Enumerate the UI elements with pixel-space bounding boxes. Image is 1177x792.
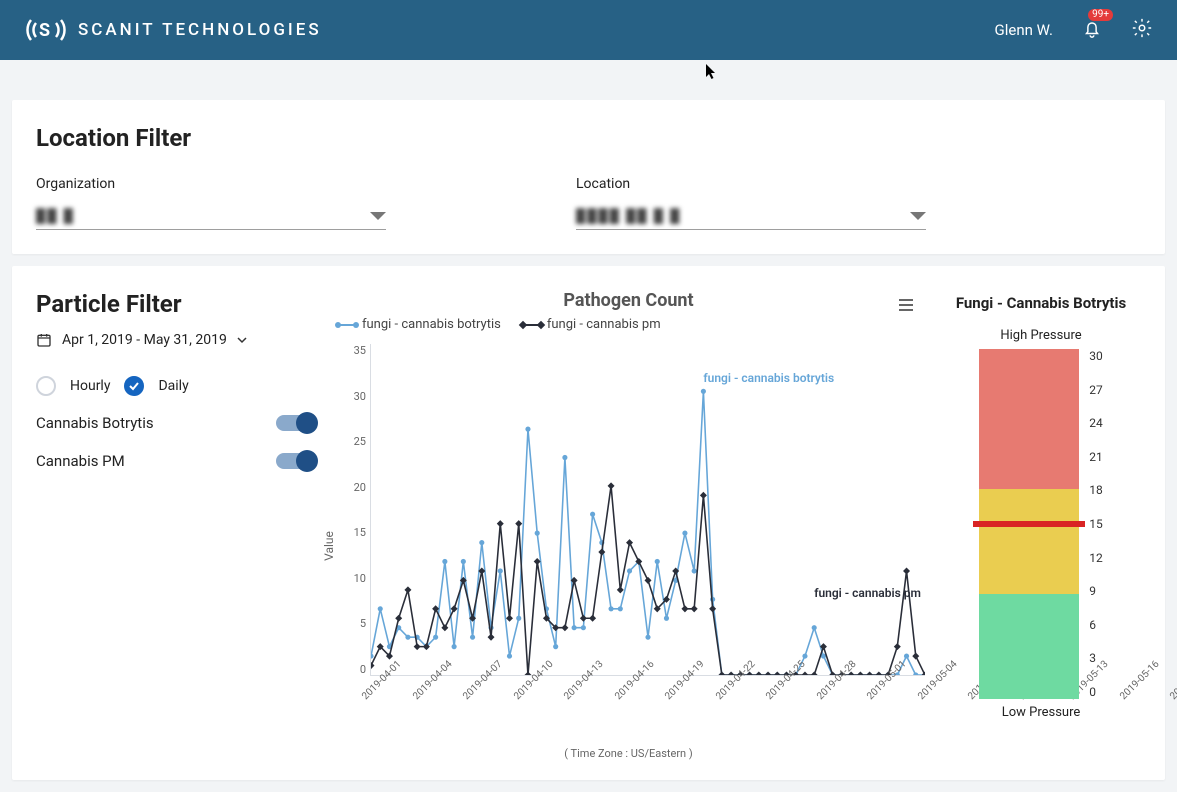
y-axis-ticks: 35302520151050 (344, 344, 366, 676)
location-filter-title: Location Filter (36, 124, 1141, 152)
series-toggle-row: Cannabis PM (36, 452, 316, 470)
hourly-label: Hourly (70, 378, 110, 394)
location-select[interactable]: ████ ██ █ █ (576, 202, 926, 230)
series-toggle-row: Cannabis Botrytis (36, 414, 316, 432)
series-toggle-label: Cannabis PM (36, 452, 125, 470)
gauge-ticks: 302724211815129630 (1089, 349, 1103, 699)
legend-item-1: fungi - cannabis botrytis (362, 317, 501, 332)
cursor-icon (706, 64, 718, 84)
legend-swatch-icon (523, 324, 541, 326)
settings-button[interactable] (1131, 17, 1153, 43)
pressure-gauge (979, 349, 1079, 699)
chart-legend: fungi - cannabis botrytis fungi - cannab… (332, 317, 925, 332)
daily-label: Daily (158, 378, 188, 394)
series-toggle-label: Cannabis Botrytis (36, 414, 154, 432)
chart-area[interactable]: Value 35302520151050 fungi - cannabis bo… (332, 336, 925, 756)
timezone-note: ( Time Zone : US/Eastern ) (332, 747, 925, 760)
gear-icon (1131, 17, 1153, 39)
logo-mark-icon: S (24, 8, 68, 52)
chevron-down-icon (910, 212, 926, 220)
date-range-picker[interactable]: Apr 1, 2019 - May 31, 2019 (36, 332, 316, 348)
app-header: S SCANIT TECHNOLOGIES Glenn W. 99+ (0, 0, 1177, 60)
gauge-high-label: High Pressure (1000, 328, 1081, 343)
particle-filter-card: Particle Filter Apr 1, 2019 - May 31, 20… (12, 266, 1165, 780)
y-axis-label: Value (322, 531, 336, 561)
check-icon (128, 380, 140, 392)
daily-radio[interactable] (124, 376, 144, 396)
chart-title: Pathogen Count (332, 290, 925, 311)
legend-swatch-icon (338, 324, 356, 326)
organization-value: ██ █ (36, 208, 75, 224)
location-filter-card: Location Filter Organization ██ █ Locati… (12, 100, 1165, 254)
user-name[interactable]: Glenn W. (995, 21, 1053, 39)
date-range-text: Apr 1, 2019 - May 31, 2019 (62, 332, 227, 348)
chevron-down-icon (237, 335, 247, 345)
calendar-icon (36, 332, 52, 348)
hamburger-icon (897, 296, 915, 314)
brand-logo[interactable]: S SCANIT TECHNOLOGIES (24, 8, 322, 52)
x-axis-ticks: 2019-04-012019-04-042019-04-072019-04-10… (370, 676, 925, 756)
location-value: ████ ██ █ █ (576, 208, 681, 224)
gauge-title: Fungi - Cannabis Botrytis (941, 294, 1141, 312)
organization-select[interactable]: ██ █ (36, 202, 386, 230)
location-label: Location (576, 176, 936, 192)
organization-label: Organization (36, 176, 396, 192)
brand-name: SCANIT TECHNOLOGIES (78, 20, 322, 40)
legend-item-2: fungi - cannabis pm (547, 317, 661, 332)
series-2-label: fungi - cannabis pm (814, 586, 921, 600)
hourly-radio[interactable] (36, 376, 56, 396)
particle-filter-title: Particle Filter (36, 290, 316, 318)
series-toggle-0[interactable] (276, 415, 316, 431)
svg-text:S: S (39, 20, 53, 41)
chevron-down-icon (370, 212, 386, 220)
series-1-label: fungi - cannabis botrytis (703, 371, 834, 385)
series-toggle-1[interactable] (276, 453, 316, 469)
chart-menu-button[interactable] (897, 296, 915, 318)
notification-badge: 99+ (1088, 9, 1113, 21)
notifications-button[interactable]: 99+ (1081, 17, 1103, 43)
